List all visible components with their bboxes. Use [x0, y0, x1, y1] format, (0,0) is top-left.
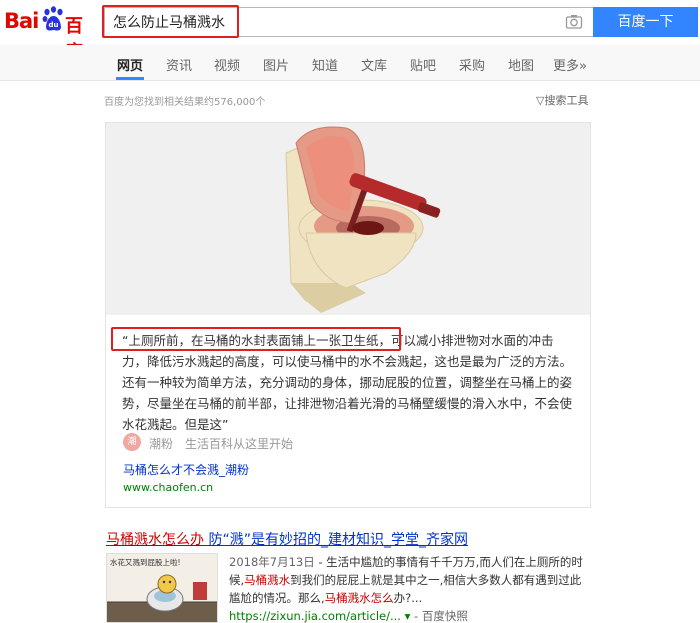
camera-icon[interactable]: [565, 13, 583, 31]
header: Bai du 百度 百度一下: [0, 0, 700, 63]
tab-web[interactable]: 网页: [117, 55, 143, 74]
result-thumbnail[interactable]: 水花又溅到屁股上啦!: [106, 553, 218, 623]
search-box: [104, 7, 593, 37]
svg-text:du: du: [49, 21, 59, 29]
thumbnail-caption: 水花又溅到屁股上啦!: [110, 557, 181, 567]
toilet-plunger-icon: [106, 123, 590, 315]
chevron-down-icon[interactable]: ▾: [405, 609, 414, 623]
source-name[interactable]: 潮粉: [149, 435, 173, 452]
result-description: 2018年7月13日 - 生活中尴尬的事情有千千万万,而人们在上厕所的时候,马桶…: [229, 553, 589, 623]
tab-more[interactable]: 更多»: [553, 55, 587, 74]
answer-text-highlighted: “上厕所前，在马桶的水封表面铺上一张卫生纸，: [122, 333, 391, 348]
tab-wenku[interactable]: 文库: [361, 55, 387, 74]
answer-link[interactable]: 马桶怎么才不会溅_潮粉: [123, 461, 249, 478]
active-tab-indicator: [116, 77, 144, 80]
result-count: 百度为您找到相关结果约576,000个: [104, 97, 266, 108]
source-description: 生活百科从这里开始: [185, 437, 294, 451]
tab-images[interactable]: 图片: [263, 55, 289, 74]
tab-tieba[interactable]: 贴吧: [410, 55, 436, 74]
result-desc-keyword1: 马桶溅水: [244, 573, 291, 587]
result-title-keyword: 马桶溅水怎么办: [106, 532, 204, 548]
result-desc-part3: 办?...: [393, 591, 423, 605]
nav-tabs: 网页 资讯 视频 图片 知道 文库 贴吧 采购 地图 更多»: [0, 45, 700, 81]
tab-video[interactable]: 视频: [214, 55, 240, 74]
source-avatar: 潮: [123, 433, 141, 451]
result-title[interactable]: 马桶溅水怎么办 防“溅”是有妙招的_建材知识_学堂_齐家网: [106, 529, 468, 549]
dash-separator: -: [414, 609, 422, 623]
result-desc-keyword2: 马桶溅水怎么: [324, 591, 394, 605]
result-title-rest: 防“溅”是有妙招的_建材知识_学堂_齐家网: [204, 532, 468, 548]
logo-text-bai: Bai: [4, 9, 39, 33]
result-date: 2018年7月13日: [229, 555, 315, 569]
toilet-cartoon-icon: 水花又溅到屁股上啦!: [107, 554, 217, 622]
tab-news[interactable]: 资讯: [166, 55, 192, 74]
search-tools-button[interactable]: ▽搜索工具: [536, 92, 588, 108]
result-url[interactable]: https://zixun.jia.com/article/...: [229, 609, 401, 623]
toilet-illustration: [106, 123, 590, 315]
tab-zhidao[interactable]: 知道: [312, 55, 338, 74]
search-input[interactable]: [105, 8, 555, 36]
answer-url[interactable]: www.chaofen.cn: [123, 481, 213, 494]
baidu-logo[interactable]: Bai du 百度: [4, 6, 98, 63]
search-tools-label: 搜索工具: [544, 94, 589, 107]
tab-map[interactable]: 地图: [508, 55, 534, 74]
search-button[interactable]: 百度一下: [593, 7, 698, 37]
snapshot-link[interactable]: 百度快照: [422, 609, 468, 623]
tab-caigou[interactable]: 采购: [459, 55, 485, 74]
paw-icon: du: [42, 6, 63, 31]
answer-text: “上厕所前，在马桶的水封表面铺上一张卫生纸，可以减小排泄物对水面的冲击力，降低污…: [122, 330, 577, 435]
answer-card: “上厕所前，在马桶的水封表面铺上一张卫生纸，可以减小排泄物对水面的冲击力，降低污…: [105, 122, 591, 508]
